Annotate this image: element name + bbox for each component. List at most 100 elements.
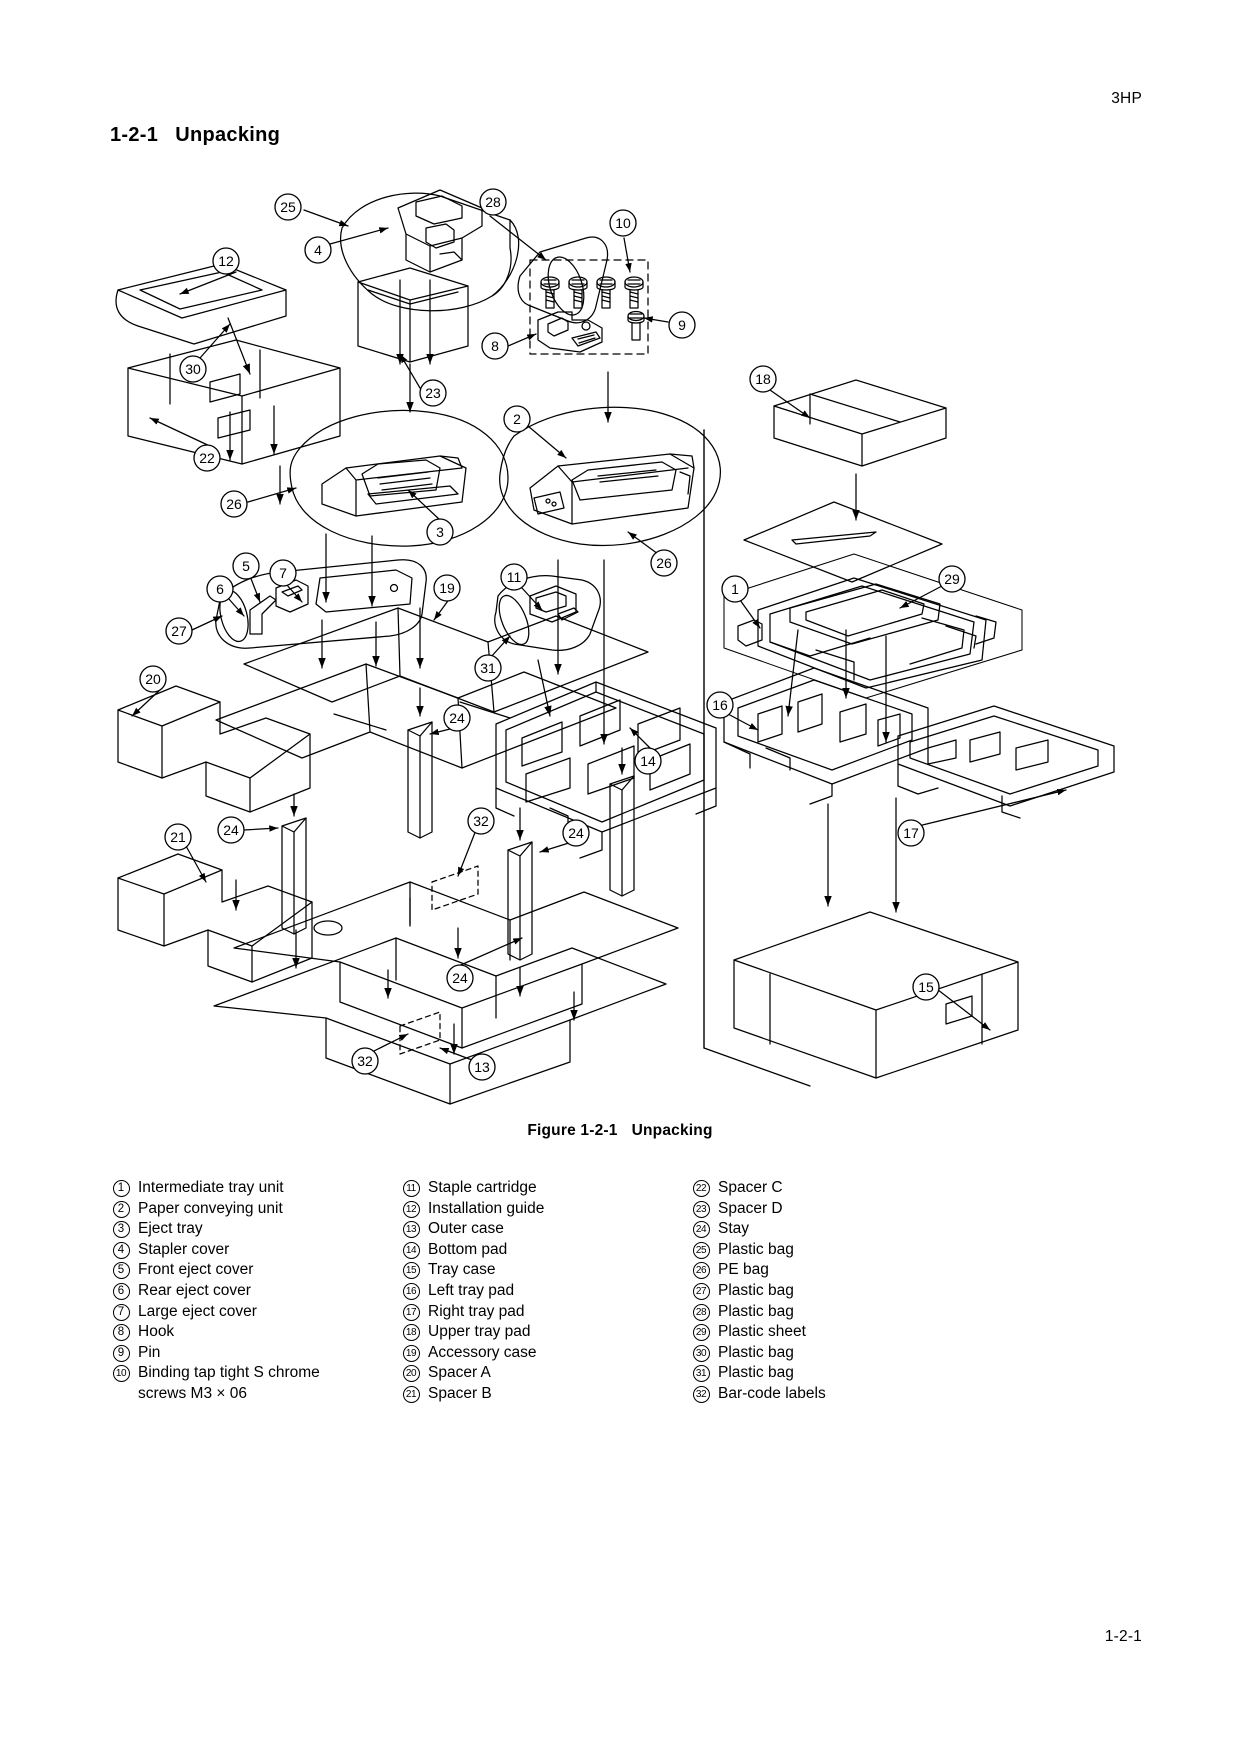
svg-text:26: 26 [656, 555, 672, 571]
callout-9: 9 [668, 311, 696, 339]
list-item: 32 Bar-code labels [690, 1384, 980, 1405]
figure-caption-title: Unpacking [631, 1122, 713, 1139]
callout-number-badge: 4 [110, 1241, 132, 1259]
callout-16: 16 [706, 691, 734, 719]
callout-number-badge: 23 [690, 1200, 712, 1218]
part-label: Paper conveying unit [138, 1199, 283, 1217]
svg-text:26: 26 [226, 496, 242, 512]
callout-number-badge: 12 [400, 1200, 422, 1218]
model-code-header: 3HP [1111, 90, 1142, 107]
list-item: 30 Plastic bag [690, 1343, 980, 1364]
callout-30: 30 [179, 355, 207, 383]
list-item: 26 PE bag [690, 1260, 980, 1281]
part-label: Plastic sheet [718, 1323, 806, 1341]
callout-number-badge: 5 [110, 1262, 132, 1280]
svg-text:20: 20 [145, 671, 161, 687]
svg-text:21: 21 [170, 829, 186, 845]
callout-5: 5 [232, 552, 260, 580]
part-label: Hook [138, 1323, 175, 1341]
part-label: Installation guide [428, 1199, 545, 1217]
parts-legend-column-1: 1 Intermediate tray unit 2 Paper conveyi… [110, 1178, 400, 1405]
svg-text:5: 5 [242, 558, 250, 574]
list-item: 27 Plastic bag [690, 1281, 980, 1302]
parts-legend-column-3: 22 Spacer C 23 Spacer D 24 Stay 25 Plast… [690, 1178, 980, 1405]
part-label: Plastic bag [718, 1281, 794, 1299]
callout-32-a: 32 [467, 807, 495, 835]
svg-text:28: 28 [485, 194, 501, 210]
list-item: 25 Plastic bag [690, 1240, 980, 1261]
list-item: 28 Plastic bag [690, 1302, 980, 1323]
part-label: Spacer D [718, 1199, 783, 1217]
part-label-continuation: screws M3 × 06 [110, 1384, 400, 1405]
callout-number-badge: 19 [400, 1344, 422, 1362]
part-label: Tray case [428, 1261, 496, 1279]
callout-number-badge: 27 [690, 1282, 712, 1300]
unpacking-exploded-diagram: 25 4 28 10 12 9 8 30 23 18 22 2 26 3 26 … [110, 168, 1130, 1108]
section-number: 1-2-1 [110, 124, 159, 146]
list-item: 8 Hook [110, 1322, 400, 1343]
part-label: Plastic bag [718, 1240, 794, 1258]
callout-number-badge: 30 [690, 1344, 712, 1362]
page-number-footer: 1-2-1 [1104, 1628, 1142, 1645]
callout-24-a: 24 [443, 704, 471, 732]
svg-text:29: 29 [944, 571, 960, 587]
figure-caption-number: Figure 1-2-1 [527, 1122, 618, 1139]
callout-17: 17 [897, 819, 925, 847]
callout-22: 22 [193, 444, 221, 472]
list-item: 24 Stay [690, 1219, 980, 1240]
svg-text:14: 14 [640, 753, 656, 769]
list-item: 6 Rear eject cover [110, 1281, 400, 1302]
callout-15: 15 [912, 973, 940, 1001]
callout-32-b: 32 [351, 1047, 379, 1075]
parts-legend-column-2: 11 Staple cartridge 12 Installation guid… [400, 1178, 690, 1405]
list-item: 5 Front eject cover [110, 1260, 400, 1281]
part-label: Binding tap tight S chrome [138, 1364, 320, 1382]
part-label: Spacer A [428, 1364, 491, 1382]
svg-text:10: 10 [615, 215, 631, 231]
part-label: Rear eject cover [138, 1281, 251, 1299]
callout-4: 4 [304, 236, 332, 264]
callout-12: 12 [212, 247, 240, 275]
parts-legend: 1 Intermediate tray unit 2 Paper conveyi… [110, 1178, 1130, 1405]
callout-number-badge: 6 [110, 1282, 132, 1300]
callout-11: 11 [500, 563, 528, 591]
callout-23: 23 [419, 379, 447, 407]
svg-text:24: 24 [452, 970, 468, 986]
list-item: 1 Intermediate tray unit [110, 1178, 400, 1199]
list-item: 10 Binding tap tight S chrome [110, 1363, 400, 1384]
list-item: 4 Stapler cover [110, 1240, 400, 1261]
svg-text:11: 11 [507, 569, 522, 585]
svg-text:15: 15 [918, 979, 934, 995]
part-label: Spacer C [718, 1179, 783, 1196]
part-label: Spacer B [428, 1384, 492, 1402]
callout-number-badge: 18 [400, 1324, 422, 1342]
part-label: Outer case [428, 1220, 504, 1238]
list-item: 7 Large eject cover [110, 1302, 400, 1323]
part-label: Large eject cover [138, 1302, 257, 1320]
callout-24-c: 24 [562, 819, 590, 847]
callout-number-badge: 2 [110, 1200, 132, 1218]
list-item: 14 Bottom pad [400, 1240, 690, 1261]
svg-text:9: 9 [678, 317, 686, 333]
callout-number-badge: 20 [400, 1365, 422, 1383]
callout-1: 1 [721, 575, 749, 603]
callout-number-badge: 24 [690, 1221, 712, 1239]
svg-text:17: 17 [903, 825, 919, 841]
list-item: 12 Installation guide [400, 1199, 690, 1220]
list-item: 2 Paper conveying unit [110, 1199, 400, 1220]
svg-text:23: 23 [425, 385, 441, 401]
svg-text:7: 7 [279, 565, 287, 581]
list-item: 11 Staple cartridge [400, 1178, 690, 1199]
svg-text:1: 1 [731, 581, 739, 597]
callout-number-badge: 32 [690, 1385, 712, 1403]
svg-text:8: 8 [491, 338, 499, 354]
part-label: Plastic bag [718, 1343, 794, 1361]
callout-number-badge: 3 [110, 1221, 132, 1239]
callout-14: 14 [634, 747, 662, 775]
callout-26-right: 26 [650, 549, 678, 577]
svg-text:22: 22 [199, 450, 215, 466]
callout-21: 21 [164, 823, 192, 851]
svg-text:24: 24 [449, 710, 465, 726]
callout-number-badge: 14 [400, 1241, 422, 1259]
callout-28: 28 [479, 188, 507, 216]
